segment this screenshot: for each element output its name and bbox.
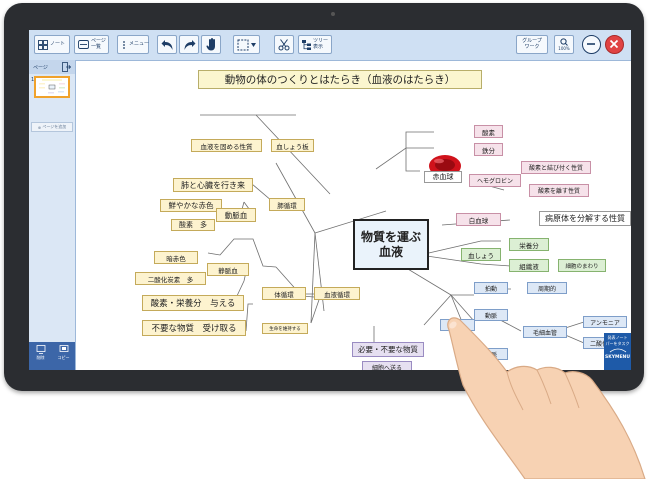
add-page-button[interactable]: ⊕ ページを追加 <box>31 122 73 132</box>
node-dark-red[interactable]: 暗赤色 <box>154 251 198 264</box>
node-bright-red[interactable]: 鮮やかな赤色 <box>160 199 222 212</box>
chevron-down-icon <box>251 42 256 47</box>
node-white-cell[interactable]: 白血球 <box>456 213 501 226</box>
node-arterial[interactable]: 動脈血 <box>216 208 256 222</box>
node-platelet[interactable]: 血しょう板 <box>271 139 314 152</box>
node-maintain-life[interactable]: 生命を維持する <box>262 323 308 334</box>
central-line-1: 物質を運ぶ <box>360 229 421 244</box>
node-waste-receive[interactable]: 不要な物質 受け取る <box>142 320 246 336</box>
note-label: ノート <box>50 40 66 47</box>
redo-icon <box>184 39 195 50</box>
page-list-label-bottom: 一覧 <box>91 43 102 50</box>
node-hemoglobin[interactable]: ヘモグロビン <box>469 174 521 187</box>
hand-tool-button[interactable] <box>201 35 221 54</box>
tree-label-bottom: 表示 <box>313 43 324 50</box>
page-thumbnail[interactable] <box>34 76 70 98</box>
undo-icon <box>161 39 172 50</box>
central-line-2: 血液 <box>378 244 403 259</box>
camera-dot <box>331 12 335 16</box>
map-title: 動物の体のつくりとはたらき（血液のはたらき） <box>198 70 482 89</box>
sidebar-bottom-bar: 削除 コピー <box>29 342 75 370</box>
grid-icon <box>38 39 48 50</box>
menu-button[interactable]: メニュー <box>117 35 149 54</box>
copy-page-button[interactable]: コピー <box>53 345 74 368</box>
page-sidebar: ページ 1 ⊕ ページを追加 削除 コピー <box>29 60 76 370</box>
close-button[interactable] <box>605 35 624 54</box>
zoom-button[interactable]: 100% <box>554 35 574 54</box>
sidebar-header: ページ <box>29 60 75 74</box>
copy-label: コピー <box>57 355 70 360</box>
central-node[interactable]: 物質を運ぶ 血液 <box>353 219 429 270</box>
cut-button[interactable] <box>274 35 294 54</box>
node-circulation[interactable]: 血液循環 <box>314 287 360 300</box>
sidebar-title: ページ <box>33 65 48 71</box>
group-label-bottom: ワーク <box>524 43 540 50</box>
node-venous[interactable]: 静脈血 <box>207 263 249 276</box>
group-work-label: グループ ワーク <box>522 38 542 50</box>
node-around-cells[interactable]: 細胞のまわり <box>558 259 606 272</box>
page-list-button[interactable]: ページ 一覧 <box>74 35 109 54</box>
node-decompose-pathogen[interactable]: 病原体を分解する性質 <box>539 211 631 226</box>
node-co2-many[interactable]: 二酸化炭素 多 <box>135 272 206 285</box>
tree-view-label: ツリー 表示 <box>313 38 328 50</box>
top-toolbar: ノート ページ 一覧 メニュー ツリー 表示 グループ ワーク 100% <box>29 30 631 61</box>
pointing-hand-image <box>447 317 646 479</box>
node-oxygen-many[interactable]: 酸素 多 <box>171 219 215 231</box>
delete-page-button[interactable]: 削除 <box>30 345 51 368</box>
zoom-level: 100% <box>558 45 570 51</box>
node-plasma[interactable]: 血しょう <box>461 248 501 261</box>
minimize-icon <box>587 43 595 45</box>
node-pulmonary[interactable]: 肺循環 <box>269 198 305 211</box>
tree-view-button[interactable]: ツリー 表示 <box>298 35 332 54</box>
select-box-icon <box>237 39 249 50</box>
menu-icon <box>123 40 125 49</box>
close-icon <box>609 39 619 49</box>
node-red-cell[interactable]: 赤血球 <box>424 171 462 183</box>
page-list-label: ページ 一覧 <box>91 38 106 50</box>
redo-button[interactable] <box>179 35 199 54</box>
node-beat[interactable]: 拍動 <box>474 282 508 294</box>
node-tissue-fluid[interactable]: 組織液 <box>509 259 549 272</box>
node-nutrients[interactable]: 栄養分 <box>509 238 549 251</box>
node-bind-oxygen[interactable]: 酸素と結び付く性質 <box>521 161 591 174</box>
node-iron[interactable]: 鉄分 <box>474 143 503 156</box>
select-tool-button[interactable] <box>233 35 260 54</box>
menu-label: メニュー <box>129 40 150 47</box>
note-button[interactable]: ノート <box>34 35 70 54</box>
tree-icon <box>302 39 311 50</box>
delete-label: 削除 <box>36 355 45 360</box>
node-systemic[interactable]: 体循環 <box>262 287 306 300</box>
group-work-button[interactable]: グループ ワーク <box>516 35 548 54</box>
page-list-icon <box>78 40 89 49</box>
hand-icon <box>205 38 215 51</box>
zoom-icon <box>559 38 568 46</box>
thumbnail-preview <box>39 79 65 94</box>
delete-icon <box>36 345 45 354</box>
copy-icon <box>59 345 68 352</box>
scissors-icon <box>278 38 290 50</box>
minimize-button[interactable] <box>582 35 601 54</box>
add-page-label: ページを追加 <box>42 124 67 129</box>
node-oxygen[interactable]: 酸素 <box>474 125 503 138</box>
collapse-sidebar-icon[interactable] <box>62 62 71 72</box>
node-release-oxygen[interactable]: 酸素を離す性質 <box>529 184 589 197</box>
node-clot-property[interactable]: 血液を固める性質 <box>191 139 262 152</box>
undo-button[interactable] <box>157 35 177 54</box>
node-heart-lungs[interactable]: 肺と心臓を行き来 <box>173 178 253 192</box>
node-periodic[interactable]: 周期的 <box>527 282 567 294</box>
node-nutrients-give[interactable]: 酸素・栄養分 与える <box>142 295 244 311</box>
